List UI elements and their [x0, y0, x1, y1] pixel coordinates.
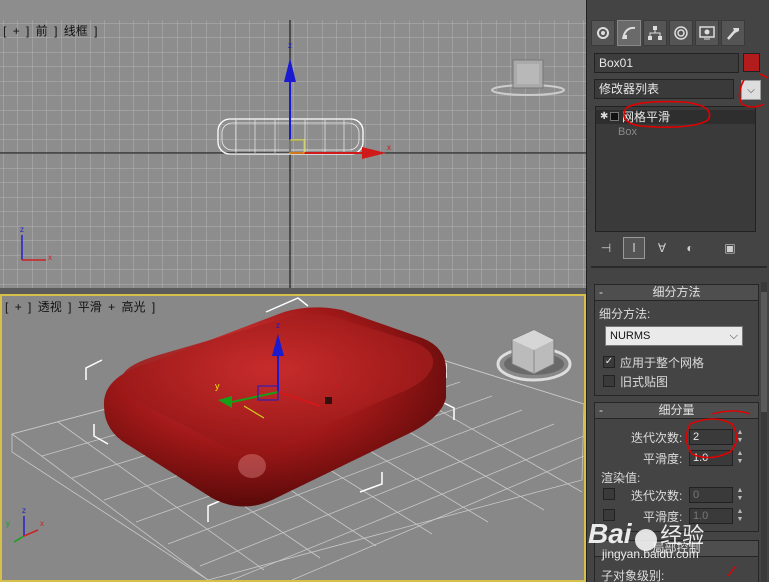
front-viewport[interactable]: z x z x [ + ] 前 ] 线框 ] [0, 20, 586, 288]
persp-label-plus-2: + [108, 300, 116, 314]
subdivision-method-rollout: - 细分方法 细分方法: NURMS ⌵ ✓ 应用于整个网格 旧式贴图 [594, 284, 759, 396]
modifier-list-dropdown[interactable]: 修改器列表 [594, 79, 734, 99]
front-label-sep-2: ] [54, 24, 58, 38]
create-icon [597, 27, 609, 39]
render-iterations-label: 迭代次数: [631, 489, 683, 503]
remove-modifier-icon: ◐ [686, 241, 694, 255]
configure-sets-icon: ▣ [724, 241, 736, 255]
rollout-title: 细分量 [658, 403, 695, 417]
front-label-bracket-close: ] [94, 24, 98, 38]
perspective-viewport-label[interactable]: [ + ] 透视 ] 平滑 + 高光 ] [5, 298, 158, 315]
baidu-watermark: Bai 经验 jingyan.baidu.com [588, 518, 704, 561]
pin-icon: ⊣ [600, 241, 612, 255]
command-panel: Box01 修改器列表 ⌵ ✱ 网格平滑 Box ⊣ Ⅰ ∀ ◐ ▣ - 细分方… [586, 0, 769, 582]
command-panel-scrollbar[interactable] [761, 282, 767, 582]
stack-item-label: Box [618, 126, 637, 138]
perspective-viewcube[interactable] [496, 329, 572, 382]
panel-divider [591, 266, 767, 268]
object-name-field[interactable]: Box01 [594, 53, 739, 73]
utilities-icon [727, 28, 739, 40]
iterations-spinner-arrows[interactable]: ▲ ▼ [735, 429, 745, 445]
subobject-level-label: 子对象级别: [601, 569, 665, 582]
front-label-sep-1: ] [26, 24, 30, 38]
perspective-world-axes [13, 516, 39, 543]
modifier-stack[interactable]: ✱ 网格平滑 Box [595, 106, 756, 232]
hierarchy-icon [648, 26, 662, 40]
render-values-label: 渲染值: [601, 471, 641, 485]
persp-label-shading[interactable]: 平滑 [78, 300, 102, 314]
show-end-result-icon: Ⅰ [632, 241, 636, 255]
make-unique-button[interactable]: ∀ [651, 237, 673, 259]
make-unique-icon: ∀ [657, 241, 667, 255]
modify-tab[interactable] [617, 20, 641, 46]
perspective-viewport[interactable]: z y x z y x [ + ] 透视 ] 平滑 + 高光 ] [0, 294, 586, 582]
persp-label-bracket-open: [ [5, 300, 9, 314]
apply-whole-mesh-label: 应用于整个网格 [620, 356, 705, 370]
box01-object[interactable] [103, 307, 447, 507]
stack-toolbar: ⊣ Ⅰ ∀ ◐ ▣ [595, 236, 760, 260]
stack-item-label: 网格平滑 [622, 110, 671, 124]
rollout-title: 细分方法 [652, 285, 701, 299]
watermark-url: jingyan.baidu.com [602, 546, 699, 561]
smoothness-spinner-arrows[interactable]: ▲ ▼ [735, 450, 745, 466]
persp-label-plus[interactable]: + [15, 300, 22, 314]
smoothness-spinner[interactable]: 1.0 [689, 450, 733, 466]
iterations-label: 迭代次数: [631, 431, 683, 445]
chevron-down-icon: ⌵ [729, 330, 738, 342]
front-label-bracket-open: [ [3, 24, 7, 38]
watermark-brand: Bai [588, 518, 632, 549]
apply-whole-mesh-checkbox[interactable]: ✓ [603, 356, 615, 368]
persp-label-sep-2: ] [68, 300, 72, 314]
remove-modifier-button[interactable]: ◐ [679, 237, 701, 259]
object-color-swatch[interactable] [743, 53, 760, 72]
subdivision-method-header[interactable]: - 细分方法 [595, 285, 758, 301]
smoothness-label: 平滑度: [643, 452, 683, 466]
motion-icon [674, 26, 688, 40]
hierarchy-tab[interactable] [643, 20, 667, 46]
front-label-shading[interactable]: 线框 [64, 24, 88, 38]
front-viewport-grid [0, 20, 586, 288]
persp-label-sep-1: ] [28, 300, 32, 314]
persp-label-view[interactable]: 透视 [38, 300, 62, 314]
pin-stack-button[interactable]: ⊣ [595, 237, 617, 259]
viewport-top-strip [0, 0, 586, 20]
lightbulb-icon[interactable]: ✱ [600, 110, 608, 124]
render-iterations-checkbox[interactable] [603, 488, 615, 500]
show-end-result-button[interactable]: Ⅰ [623, 237, 645, 259]
persp-label-highlights[interactable]: 高光 [122, 300, 146, 314]
method-select[interactable]: NURMS ⌵ [605, 326, 743, 346]
watermark-suffix: 经验 [660, 523, 705, 548]
subdivision-amount-rollout: - 细分量 迭代次数: 2 ▲ ▼ 平滑度: 1.0 ▲ ▼ 渲染值: 迭代次数: … [594, 402, 759, 532]
scrollbar-thumb[interactable] [761, 292, 767, 412]
modifier-list-arrow[interactable]: ⌵ [741, 80, 761, 100]
display-icon [699, 26, 715, 40]
render-iterations-spinner[interactable]: 0 [689, 487, 733, 503]
command-panel-tabs [591, 20, 767, 48]
modify-icon [622, 26, 636, 40]
configure-sets-button[interactable]: ▣ [719, 237, 741, 259]
render-iterations-spinner-arrows[interactable]: ▲ ▼ [735, 487, 745, 503]
motion-tab[interactable] [669, 20, 693, 46]
persp-label-bracket-close: ] [151, 300, 156, 314]
stack-item-meshsmooth[interactable]: ✱ 网格平滑 [596, 110, 755, 124]
stack-item-box[interactable]: Box [596, 125, 755, 139]
method-label: 细分方法: [599, 307, 651, 321]
legacy-mapping-label: 旧式贴图 [620, 375, 669, 389]
utilities-tab[interactable] [721, 20, 745, 46]
subdivision-amount-header[interactable]: - 细分量 [595, 403, 758, 419]
perspective-viewport-scene [11, 297, 584, 580]
render-smoothness-spinner-arrows[interactable]: ▲ ▼ [735, 508, 745, 524]
front-label-view[interactable]: 前 [36, 24, 48, 38]
display-tab[interactable] [695, 20, 719, 46]
legacy-mapping-checkbox[interactable] [603, 375, 615, 387]
iterations-spinner[interactable]: 2 [689, 429, 733, 445]
expand-toggle-icon[interactable] [610, 112, 619, 121]
front-label-plus[interactable]: + [13, 24, 20, 38]
front-viewport-label[interactable]: [ + ] 前 ] 线框 ] [3, 22, 100, 39]
method-select-value: NURMS [610, 330, 651, 342]
create-tab[interactable] [591, 20, 615, 46]
